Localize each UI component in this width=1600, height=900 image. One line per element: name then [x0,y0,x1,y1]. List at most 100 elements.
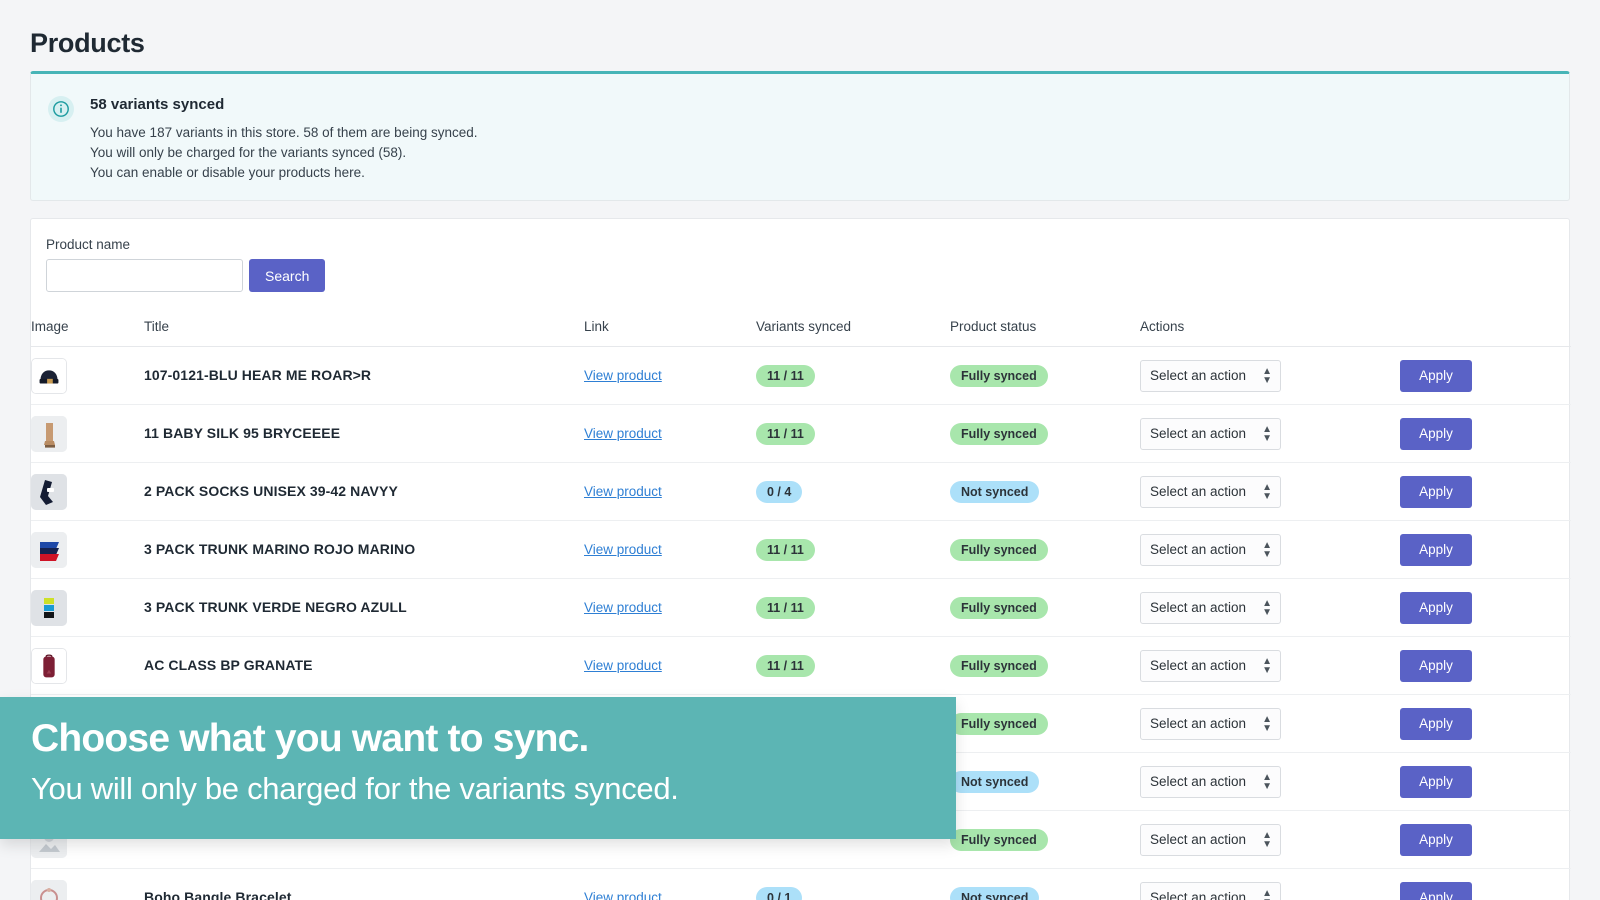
variants-synced-badge: 11 / 11 [756,597,815,619]
action-select[interactable]: Select an action [1140,882,1281,900]
product-link-cell: View product [584,637,756,695]
product-status-cell: Not synced [950,869,1140,900]
action-select[interactable]: Select an action [1140,476,1281,508]
products-page: Products 58 variants synced You have 187… [0,0,1600,900]
action-select-wrapper: Select an action▲▼ [1140,708,1281,740]
variants-synced-cell: 11 / 11 [756,521,950,579]
view-product-link[interactable]: View product [584,484,662,499]
view-product-link[interactable]: View product [584,600,662,615]
apply-button[interactable]: Apply [1400,650,1472,682]
product-title-cell: Boho Bangle Bracelet [144,869,584,900]
apply-button[interactable]: Apply [1400,708,1472,740]
product-title-cell: 3 PACK TRUNK MARINO ROJO MARINO [144,521,584,579]
promo-subline: You will only be charged for the variant… [31,771,679,807]
view-product-link[interactable]: View product [584,368,662,383]
product-link-cell: View product [584,405,756,463]
action-select[interactable]: Select an action [1140,708,1281,740]
product-title: Boho Bangle Bracelet [144,889,291,900]
action-select-wrapper: Select an action▲▼ [1140,476,1281,508]
product-link-cell: View product [584,579,756,637]
status-badge: Fully synced [950,539,1048,561]
apply-button[interactable]: Apply [1400,418,1472,450]
table-row: 107-0121-BLU HEAR ME ROAR>RView product 1… [31,347,1571,405]
promo-overlay: Choose what you want to sync. You will o… [0,697,956,839]
apply-cell: Apply [1400,869,1571,900]
view-product-link[interactable]: View product [584,658,662,673]
column-header-actions: Actions [1140,311,1400,347]
actions-cell: Select an action▲▼ [1140,869,1400,900]
variants-synced-cell: 11 / 11 [756,579,950,637]
product-status-cell: Fully synced [950,521,1140,579]
action-select[interactable]: Select an action [1140,592,1281,624]
product-title: 3 PACK TRUNK MARINO ROJO MARINO [144,541,415,557]
product-status-cell: Fully synced [950,811,1140,869]
apply-button[interactable]: Apply [1400,824,1472,856]
apply-button[interactable]: Apply [1400,882,1472,900]
product-title-cell: AC CLASS BP GRANATE [144,637,584,695]
action-select-wrapper: Select an action▲▼ [1140,882,1281,900]
view-product-link[interactable]: View product [584,426,662,441]
product-status-cell: Not synced [950,463,1140,521]
product-image-cell [31,637,144,695]
variants-synced-badge: 11 / 11 [756,365,815,387]
apply-cell: Apply [1400,347,1571,405]
status-badge: Not synced [950,887,1039,900]
action-select[interactable]: Select an action [1140,418,1281,450]
apply-button[interactable]: Apply [1400,592,1472,624]
search-button[interactable]: Search [249,259,325,292]
table-row: 11 BABY SILK 95 BRYCEEEEView product11 /… [31,405,1571,463]
apply-button[interactable]: Apply [1400,360,1472,392]
status-badge: Fully synced [950,423,1048,445]
action-select[interactable]: Select an action [1140,650,1281,682]
status-badge: Not synced [950,481,1039,503]
product-title: AC CLASS BP GRANATE [144,657,313,673]
sync-info-banner: 58 variants synced You have 187 variants… [30,71,1570,201]
status-badge: Fully synced [950,655,1048,677]
promo-headline: Choose what you want to sync. [31,717,589,761]
variants-synced-badge: 11 / 11 [756,423,815,445]
action-select-wrapper: Select an action▲▼ [1140,650,1281,682]
view-product-link[interactable]: View product [584,890,662,900]
search-input[interactable] [46,259,243,292]
column-header-title: Title [144,311,584,347]
actions-cell: Select an action▲▼ [1140,753,1400,811]
banner-description: You have 187 variants in this store. 58 … [90,123,478,183]
column-header-link: Link [584,311,756,347]
action-select[interactable]: Select an action [1140,360,1281,392]
apply-cell: Apply [1400,753,1571,811]
table-row: AC CLASS BP GRANATE View product 11 / 11Fu… [31,637,1571,695]
apply-button[interactable]: Apply [1400,476,1472,508]
actions-cell: Select an action▲▼ [1140,463,1400,521]
variants-synced-cell: 11 / 11 [756,405,950,463]
product-link-cell: View product [584,521,756,579]
product-name-label: Product name [46,237,130,252]
product-title-cell: 107-0121-BLU HEAR ME ROAR>R [144,347,584,405]
product-image-cell [31,579,144,637]
product-thumbnail-tan-knee-boot-icon [31,416,67,452]
product-thumbnail-boho-bangle-bracelet-icon [31,880,67,900]
column-header-image: Image [31,311,144,347]
product-status-cell: Fully synced [950,579,1140,637]
action-select[interactable]: Select an action [1140,766,1281,798]
apply-cell: Apply [1400,521,1571,579]
action-select-wrapper: Select an action▲▼ [1140,418,1281,450]
action-select[interactable]: Select an action [1140,534,1281,566]
banner-title: 58 variants synced [90,96,224,113]
action-select[interactable]: Select an action [1140,824,1281,856]
apply-button[interactable]: Apply [1400,766,1472,798]
actions-cell: Select an action▲▼ [1140,637,1400,695]
table-row: 3 PACK TRUNK MARINO ROJO MARINO View prod… [31,521,1571,579]
action-select-wrapper: Select an action▲▼ [1140,534,1281,566]
product-thumbnail-maroon-backpack-icon [31,648,67,684]
actions-cell: Select an action▲▼ [1140,695,1400,753]
product-thumbnail-navy-beanie-hat-icon [31,358,67,394]
variants-synced-cell: 11 / 11 [756,637,950,695]
variants-synced-badge: 11 / 11 [756,539,815,561]
view-product-link[interactable]: View product [584,542,662,557]
banner-line-3: You can enable or disable your products … [90,163,478,183]
apply-button[interactable]: Apply [1400,534,1472,566]
product-image-cell [31,463,144,521]
product-thumbnail-trunk-pack-green-blue-black-icon [31,590,67,626]
product-link-cell: View product [584,869,756,900]
product-link-cell: View product [584,463,756,521]
